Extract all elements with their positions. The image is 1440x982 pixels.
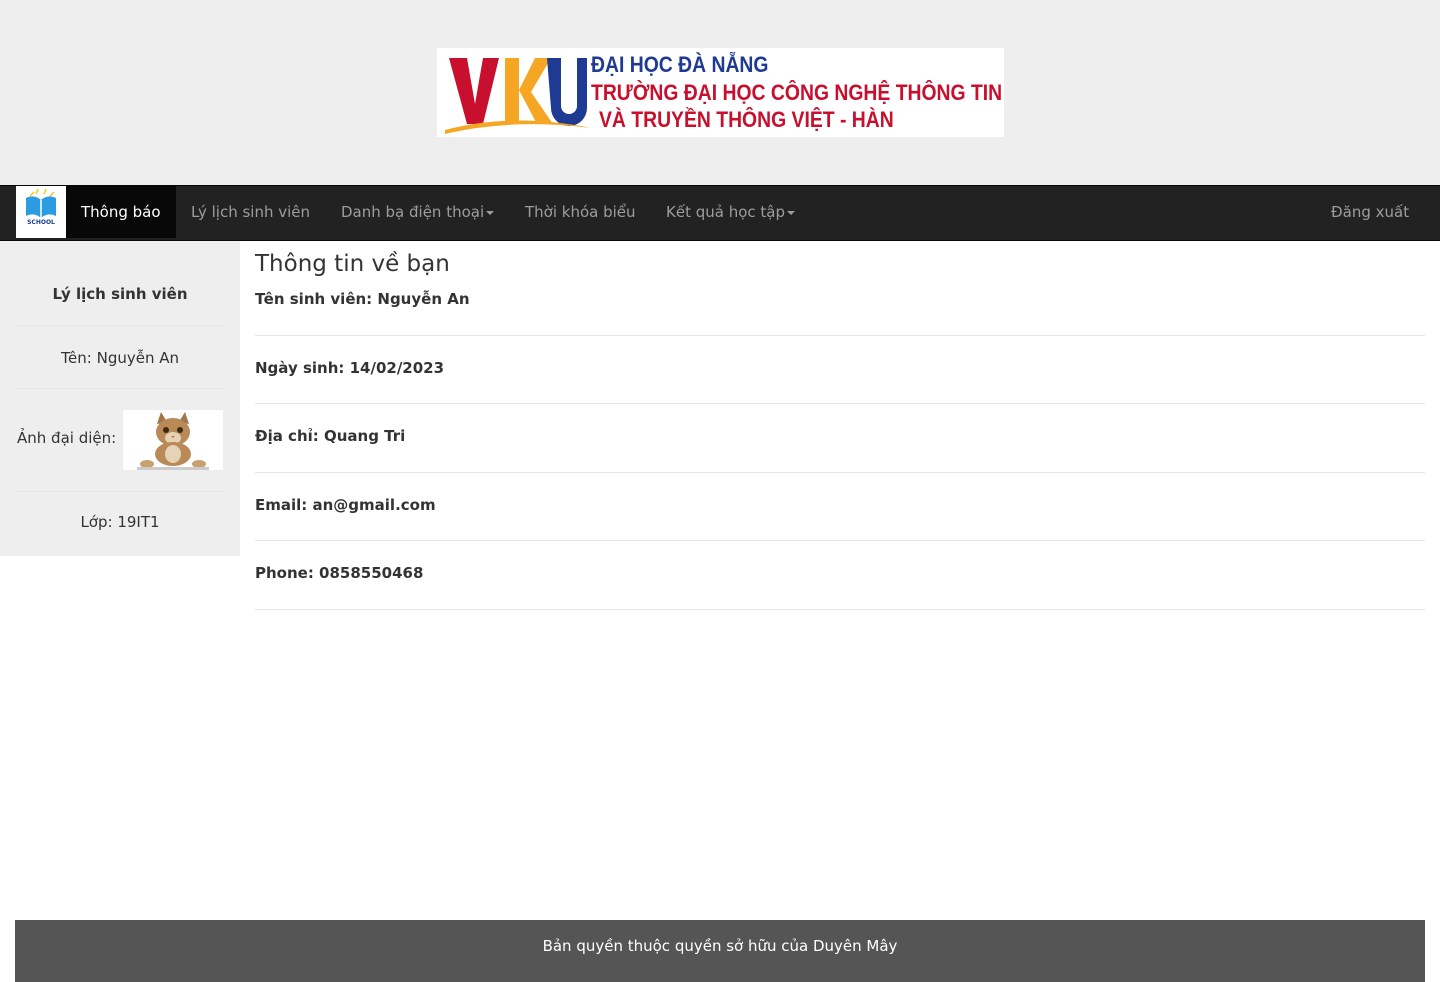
cat-avatar-icon	[123, 410, 223, 470]
sidebar-class: Lớp: 19IT1	[80, 513, 160, 531]
divider	[15, 491, 225, 492]
nav-ket-qua-hoc-tap[interactable]: Kết quả học tập	[666, 186, 795, 238]
header-band: ĐẠI HỌC ĐÀ NẴNG TRƯỜNG ĐẠI HỌC CÔNG NGHỆ…	[0, 0, 1440, 185]
profile-sidebar: Lý lịch sinh viên Tên: Nguyễn An Ảnh đại…	[0, 241, 240, 556]
caret-down-icon	[787, 210, 795, 215]
divider	[255, 403, 1425, 404]
avatar-label: Ảnh đại diện:	[17, 429, 117, 447]
banner-line-3: VÀ TRUYỀN THÔNG VIỆT - HÀN	[599, 107, 894, 132]
brand-text: SCHOOL	[27, 219, 55, 226]
banner-line-2: TRƯỜNG ĐẠI HỌC CÔNG NGHỆ THÔNG TIN	[591, 80, 1003, 105]
divider	[255, 609, 1425, 610]
birthdate-field: Ngày sinh: 14/02/2023	[255, 359, 445, 377]
book-icon	[26, 188, 56, 218]
address-field: Địa chỉ: Quang Tri	[255, 427, 406, 445]
avatar	[123, 410, 223, 470]
sidebar-name: Tên: Nguyễn An	[60, 349, 179, 367]
nav-thong-bao[interactable]: Thông báo	[66, 186, 176, 238]
student-name-field: Tên sinh viên: Nguyễn An	[255, 290, 470, 308]
phone-field: Phone: 0858550468	[255, 564, 424, 582]
banner-line-1: ĐẠI HỌC ĐÀ NẴNG	[591, 52, 769, 77]
divider	[255, 335, 1425, 336]
logout-link[interactable]: Đăng xuất	[1331, 186, 1409, 238]
nav-thoi-khoa-bieu[interactable]: Thời khóa biểu	[525, 186, 636, 238]
nav-ly-lich-sinh-vien[interactable]: Lý lịch sinh viên	[191, 186, 310, 238]
vku-logo	[445, 58, 588, 134]
nav-danh-ba-dien-thoai[interactable]: Danh bạ điện thoại	[341, 186, 495, 238]
divider	[255, 540, 1425, 541]
caret-down-icon	[486, 210, 495, 215]
sidebar-title: Lý lịch sinh viên	[52, 285, 188, 303]
page-title: Thông tin về bạn	[255, 251, 450, 277]
university-banner: ĐẠI HỌC ĐÀ NẴNG TRƯỜNG ĐẠI HỌC CÔNG NGHỆ…	[437, 48, 1004, 137]
nav-danh-ba-label: Danh bạ điện thoại	[341, 203, 485, 221]
copyright-text: Bản quyền thuộc quyền sở hữu của Duyên M…	[542, 937, 898, 955]
email-field: Email: an@gmail.com	[255, 496, 436, 514]
divider	[15, 388, 225, 389]
footer: Bản quyền thuộc quyền sở hữu của Duyên M…	[15, 920, 1425, 982]
top-navbar: SCHOOL Thông báo Lý lịch sinh viên Danh …	[0, 185, 1440, 241]
divider	[15, 325, 225, 326]
nav-ket-qua-label: Kết quả học tập	[666, 203, 785, 221]
school-logo[interactable]: SCHOOL	[16, 186, 66, 238]
divider	[255, 472, 1425, 473]
